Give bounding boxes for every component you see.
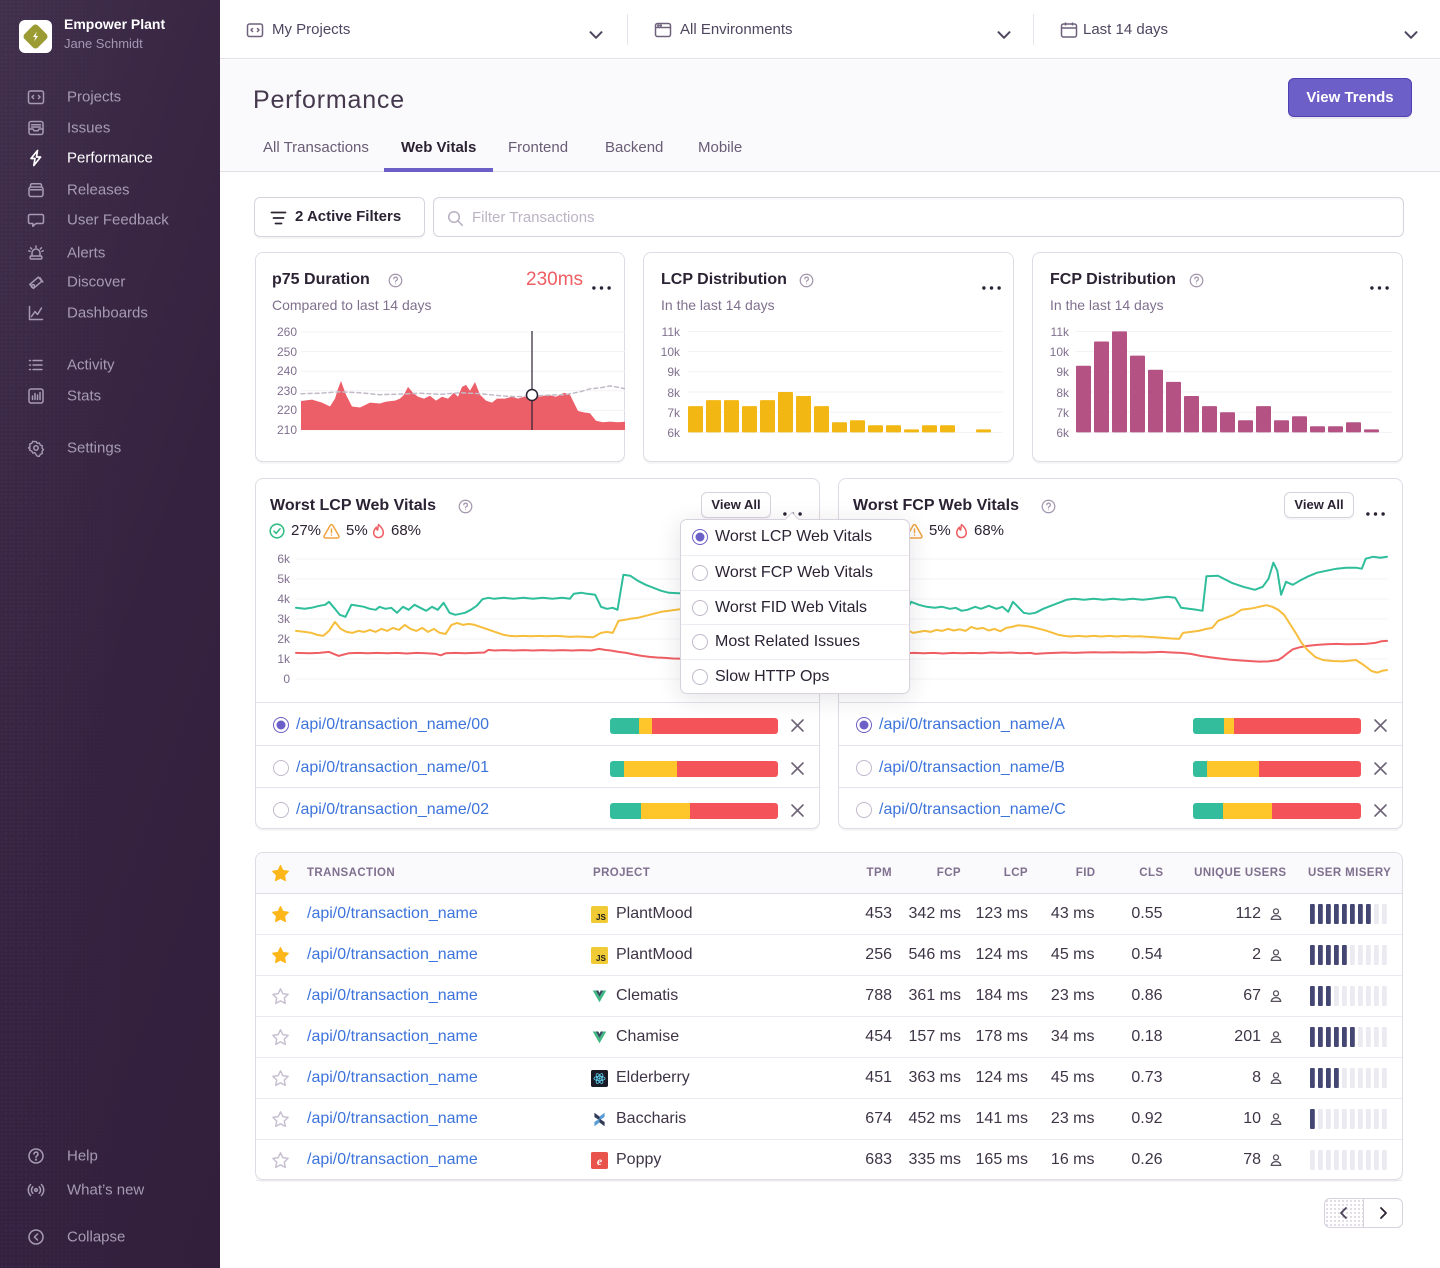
svg-text:e: e [597, 1154, 603, 1168]
svg-text:JS: JS [596, 913, 606, 922]
svg-text:JS: JS [596, 954, 606, 963]
